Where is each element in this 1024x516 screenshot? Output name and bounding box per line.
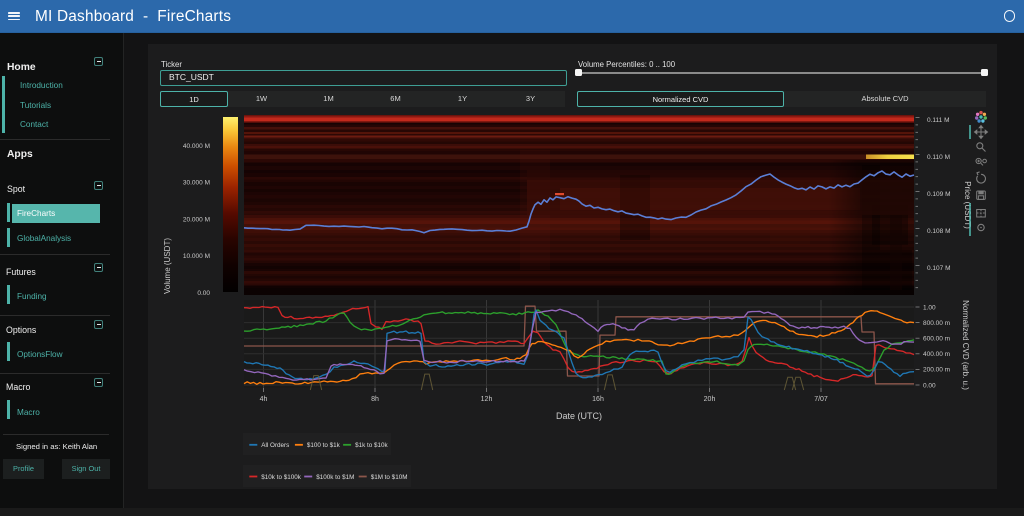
svg-text:0.00: 0.00: [923, 382, 936, 389]
svg-text:7/07: 7/07: [814, 396, 828, 403]
svg-text:0.108 M: 0.108 M: [927, 228, 951, 235]
svg-text:Date (UTC): Date (UTC): [556, 411, 602, 421]
svg-text:30.000 M: 30.000 M: [183, 180, 210, 187]
svg-text:800.00 m: 800.00 m: [923, 320, 950, 327]
svg-text:Normalized CVD (arb. u.): Normalized CVD (arb. u.): [961, 300, 970, 390]
svg-text:20h: 20h: [704, 396, 716, 403]
svg-text:20.000 M: 20.000 M: [183, 216, 210, 223]
svg-text:$1k to $10k: $1k to $10k: [355, 442, 388, 449]
svg-text:0.110 M: 0.110 M: [927, 154, 950, 161]
svg-text:0.00: 0.00: [197, 290, 210, 297]
svg-text:$1M to $10M: $1M to $10M: [371, 474, 408, 481]
svg-text:40.000 M: 40.000 M: [183, 143, 210, 150]
svg-text:0.109 M: 0.109 M: [927, 191, 951, 198]
svg-text:$100k to $1M: $100k to $1M: [316, 474, 354, 481]
svg-text:0.107 M: 0.107 M: [927, 265, 951, 272]
svg-text:400.00 m: 400.00 m: [923, 351, 950, 358]
svg-text:All Orders: All Orders: [261, 442, 289, 449]
svg-text:16h: 16h: [592, 396, 604, 403]
svg-text:4h: 4h: [260, 396, 268, 403]
svg-text:$100 to $1k: $100 to $1k: [307, 442, 341, 449]
svg-text:600.00 m: 600.00 m: [923, 336, 950, 343]
svg-text:200.00 m: 200.00 m: [923, 367, 950, 374]
svg-text:$10k to $100k: $10k to $100k: [261, 474, 301, 481]
svg-text:10.000 M: 10.000 M: [183, 253, 210, 260]
svg-text:1.00: 1.00: [923, 304, 936, 311]
svg-text:Volume (USDT): Volume (USDT): [163, 238, 172, 294]
svg-text:12h: 12h: [481, 396, 493, 403]
svg-text:8h: 8h: [371, 396, 379, 403]
svg-text:0.111 M: 0.111 M: [927, 117, 950, 124]
